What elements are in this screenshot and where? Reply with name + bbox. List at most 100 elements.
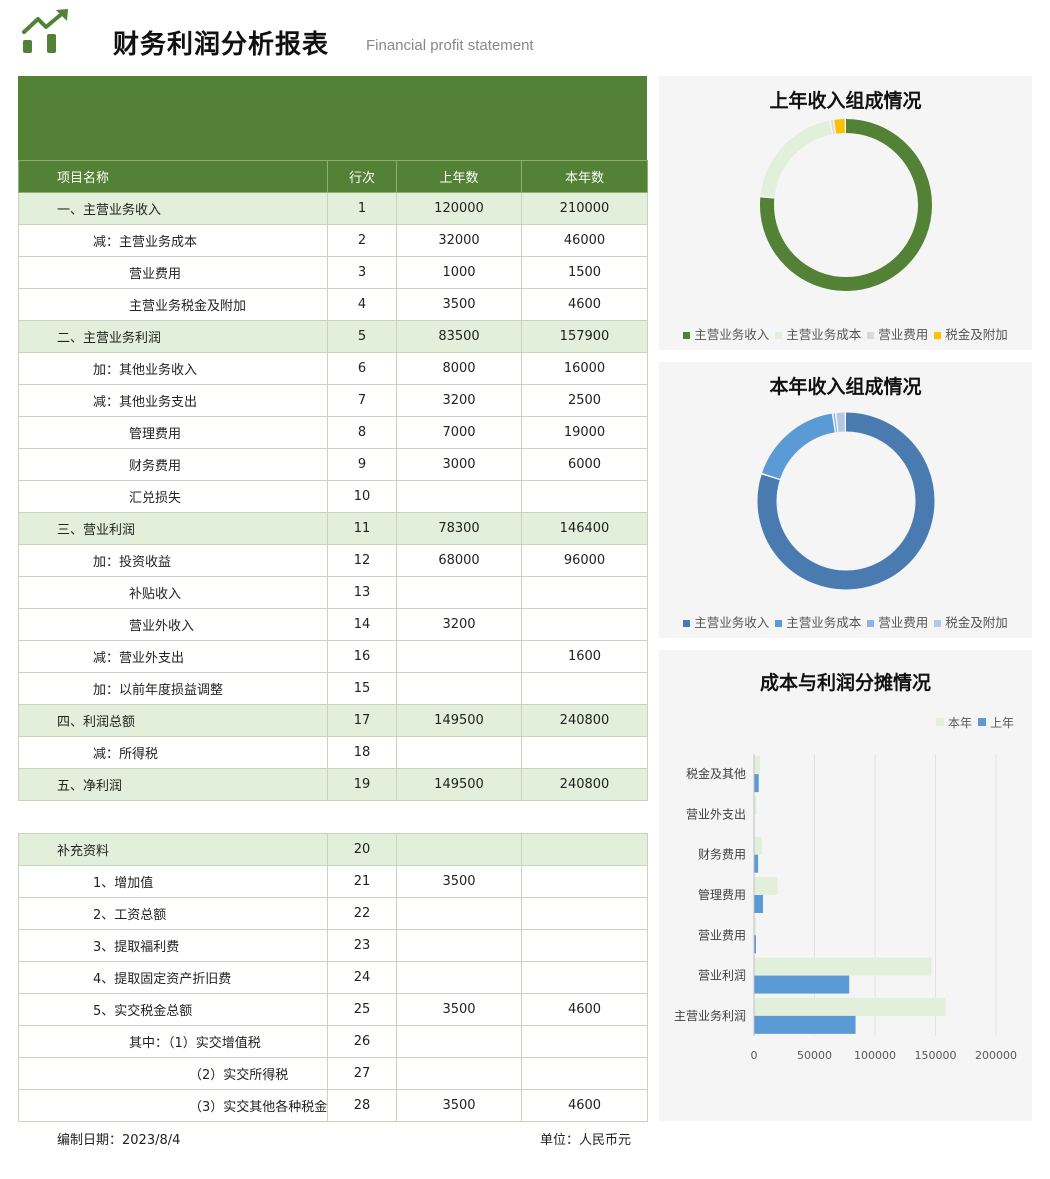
table-row: 减：营业外支出 16 1600 — [18, 640, 648, 673]
legend-swatch — [867, 332, 875, 339]
prev-year-cell: 3500 — [396, 865, 522, 898]
curr-year-cell — [521, 961, 648, 994]
prev-year-cell: 8000 — [396, 352, 522, 385]
curr-year-cell: 1500 — [521, 256, 648, 289]
item-name-cell: 汇兑损失 — [18, 480, 328, 513]
table-row: 补贴收入 13 — [18, 576, 648, 609]
legend-label: 主营业务成本 — [786, 615, 862, 630]
curr-year-cell — [521, 576, 648, 609]
bar-curr-year — [754, 836, 762, 855]
column-header: 项目名称 — [18, 160, 328, 193]
y-tick-label: 管理费用 — [698, 887, 746, 902]
table-row: 1、增加值 21 3500 — [18, 865, 648, 898]
y-tick-label: 营业利润 — [698, 969, 746, 983]
legend-label: 主营业务成本 — [786, 327, 862, 342]
item-name-cell: 主营业务税金及附加 — [18, 288, 328, 321]
x-tick-label: 100000 — [854, 1049, 896, 1062]
table-row: 财务费用 9 3000 6000 — [18, 448, 648, 481]
curr-year-cell: 4600 — [521, 288, 648, 321]
prev-year-cell: 3500 — [396, 1089, 522, 1122]
bar-prev-year — [754, 854, 759, 873]
curr-year-cell — [521, 608, 648, 641]
curr-year-cell: 6000 — [521, 448, 648, 481]
legend-item: 主营业务收入 — [683, 612, 769, 631]
row-number-cell: 28 — [327, 1089, 397, 1122]
curr-year-income-panel: 本年收入组成情况 主营业务收入 主营业务成本 营业费用 税金及附加 — [659, 362, 1032, 638]
row-number-cell: 17 — [327, 704, 397, 737]
row-number-cell: 5 — [327, 320, 397, 353]
y-tick-label: 主营业务利润 — [674, 1008, 746, 1023]
legend-item: 营业费用 — [867, 612, 928, 631]
bar-prev-year — [754, 774, 759, 793]
prev-year-cell: 7000 — [396, 416, 522, 449]
prev-year-cell: 68000 — [396, 544, 522, 577]
item-name-cell: 减：营业外支出 — [18, 640, 328, 673]
page-subtitle: Financial profit statement — [366, 37, 534, 54]
curr-year-cell — [521, 929, 648, 962]
table-row: （3）实交其他各种税金及附加2835004600 — [18, 1089, 648, 1122]
prev-year-cell: 3000 — [396, 448, 522, 481]
curr-year-cell: 1600 — [521, 640, 648, 673]
row-number-cell: 2 — [327, 224, 397, 257]
row-number-cell: 10 — [327, 480, 397, 513]
x-tick-label: 0 — [751, 1049, 758, 1062]
row-number-cell: 20 — [327, 833, 397, 866]
item-name-cell: 管理费用 — [18, 416, 328, 449]
table-section-row: 三、营业利润 11 78300 146400 — [18, 512, 648, 545]
prev-year-cell — [396, 672, 522, 705]
legend-item: 税金及附加 — [934, 324, 1008, 343]
bar-prev-year — [754, 935, 756, 954]
row-number-cell: 3 — [327, 256, 397, 289]
table-row: 营业费用 3 1000 1500 — [18, 256, 648, 289]
row-number-cell: 8 — [327, 416, 397, 449]
item-name-cell: 减：主营业务成本 — [18, 224, 328, 257]
prev-year-cell: 3200 — [396, 384, 522, 417]
curr-year-cell — [521, 480, 648, 513]
prev-year-cell: 1000 — [396, 256, 522, 289]
curr-year-cell — [521, 865, 648, 898]
row-number-cell: 16 — [327, 640, 397, 673]
legend-item: 营业费用 — [867, 324, 928, 343]
table-row: 营业外收入 14 3200 — [18, 608, 648, 641]
bar-prev-year — [754, 1015, 856, 1034]
item-name-cell: 加：投资收益 — [18, 544, 328, 577]
curr-year-cell — [521, 1025, 648, 1058]
table-gap — [18, 801, 647, 833]
row-number-cell: 9 — [327, 448, 397, 481]
item-name-cell: 补贴收入 — [18, 576, 328, 609]
bar-curr-year — [754, 796, 757, 815]
chart-legend: 主营业务收入 主营业务成本 营业费用 税金及附加 — [659, 324, 1032, 343]
prev-year-cell — [396, 576, 522, 609]
row-number-cell: 6 — [327, 352, 397, 385]
table-row: 减：主营业务成本 2 32000 46000 — [18, 224, 648, 257]
legend-swatch — [683, 620, 691, 627]
trend-up-logo-icon — [22, 9, 68, 53]
bar-prev-year — [754, 975, 850, 994]
row-number-cell: 7 — [327, 384, 397, 417]
table-section-row: 四、利润总额 17 149500 240800 — [18, 704, 648, 737]
table-section-row: 一、主营业务收入 1 120000 210000 — [18, 192, 648, 225]
legend-item: 主营业务成本 — [775, 324, 861, 343]
curr-year-cell: 2500 — [521, 384, 648, 417]
legend-swatch — [936, 718, 944, 726]
legend-swatch — [934, 332, 942, 339]
item-name-cell: 1、增加值 — [18, 865, 328, 898]
item-name-cell: 财务费用 — [18, 448, 328, 481]
item-name-cell: 营业外收入 — [18, 608, 328, 641]
curr-year-cell — [521, 833, 648, 866]
item-name-cell: 五、净利润 — [18, 768, 328, 801]
prev-year-cell — [396, 1057, 522, 1090]
table-section-row: 二、主营业务利润 5 83500 157900 — [18, 320, 648, 353]
bar-curr-year — [754, 957, 932, 976]
page-title: 财务利润分析报表 — [113, 30, 330, 60]
chart-title: 上年收入组成情况 — [769, 90, 922, 112]
table-row: 其中：（1）实交增值税 26 — [18, 1025, 648, 1058]
currency-unit: 单位：人民币元 — [540, 1133, 632, 1148]
item-name-cell: 减：所得税 — [18, 736, 328, 769]
item-name-cell: 二、主营业务利润 — [18, 320, 328, 353]
chart-title: 本年收入组成情况 — [769, 376, 922, 398]
curr-year-cell: 4600 — [521, 1089, 648, 1122]
row-number-cell: 4 — [327, 288, 397, 321]
prev-year-cell: 120000 — [396, 192, 522, 225]
legend-swatch — [978, 718, 986, 726]
